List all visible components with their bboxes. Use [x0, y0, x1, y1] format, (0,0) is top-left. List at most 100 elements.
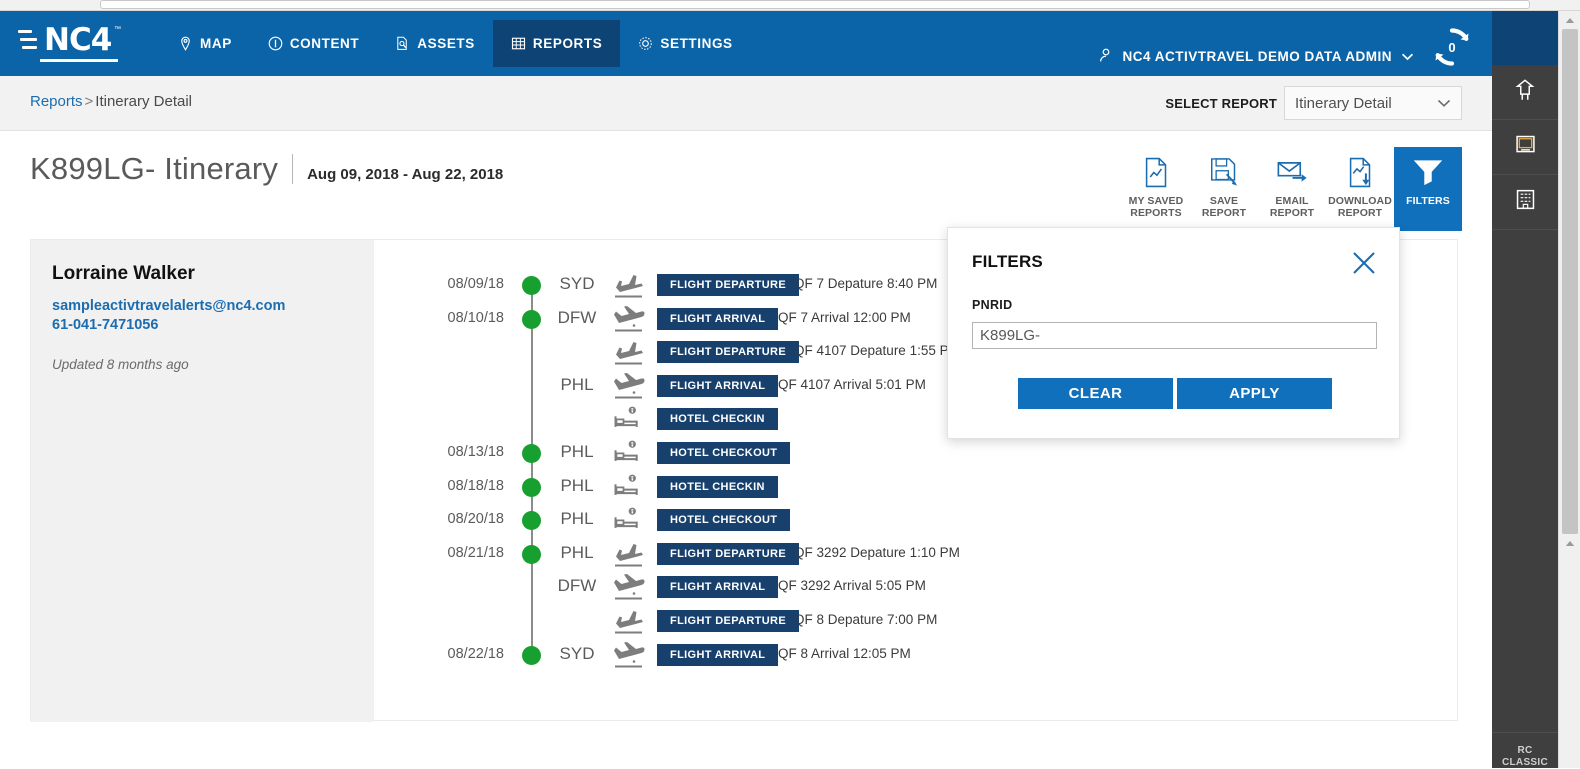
timeline-row-detail: QF 3292 Depature 1:10 PM	[794, 545, 960, 560]
timeline-row-badge[interactable]: HOTEL CHECKIN	[657, 476, 778, 498]
user-account-menu[interactable]: NC4 ACTIVTRAVEL DEMO DATA ADMIN	[1098, 47, 1415, 66]
browser-chrome	[0, 0, 1580, 11]
document-search-icon	[395, 36, 410, 51]
timeline-row-detail: QF 7 Depature 8:40 PM	[794, 276, 937, 291]
timeline-row: 08/18/18PHLHOTEL CHECKIN	[374, 470, 1457, 504]
browser-url-bar[interactable]	[100, 0, 1530, 9]
email-report-icon	[1260, 155, 1324, 189]
timeline-row-badge[interactable]: FLIGHT ARRIVAL	[657, 308, 778, 330]
scroll-down-arrow-icon[interactable]	[1559, 534, 1580, 552]
scroll-up-arrow-icon[interactable]	[1559, 11, 1580, 29]
gear-icon	[638, 36, 653, 51]
timeline-row-badge[interactable]: FLIGHT DEPARTURE	[657, 341, 799, 363]
timeline-row-airport-code: SYD	[546, 644, 608, 664]
hotel-bed-icon	[612, 405, 646, 433]
save-report-button[interactable]: SAVE REPORT	[1190, 147, 1258, 229]
breadcrumb: Reports>Itinerary Detail	[30, 93, 192, 110]
timeline-row-date: 08/09/18	[374, 276, 504, 292]
timeline-row-dot	[522, 444, 541, 463]
nav-item-content[interactable]: CONTENT	[250, 20, 377, 67]
page-title-row: K899LG- Itinerary Aug 09, 2018 - Aug 22,…	[30, 151, 503, 187]
plane-departure-icon	[612, 271, 646, 299]
nav-item-map[interactable]: MAP	[160, 20, 250, 67]
traveler-phone-link[interactable]: 61-041-7471056	[52, 317, 158, 333]
save-report-icon	[1192, 155, 1256, 189]
nav-item-settings[interactable]: SETTINGS	[620, 20, 750, 67]
refresh-count-label: 0	[1430, 25, 1474, 69]
my-saved-reports-button[interactable]: MY SAVED REPORTS	[1122, 147, 1190, 229]
timeline-row-dot	[522, 511, 541, 530]
timeline-row-detail: QF 3292 Arrival 5:05 PM	[778, 578, 926, 593]
scrollbar-thumb[interactable]	[1562, 29, 1578, 534]
timeline-row-airport-code: PHL	[546, 476, 608, 496]
date-range-label: Aug 09, 2018 - Aug 22, 2018	[307, 166, 503, 183]
tool-label-line1: DOWNLOAD	[1328, 195, 1392, 207]
timeline-row-badge[interactable]: FLIGHT DEPARTURE	[657, 543, 799, 565]
timeline-row-badge[interactable]: FLIGHT DEPARTURE	[657, 610, 799, 632]
timeline-row-airport-code: SYD	[546, 274, 608, 294]
plane-arrival-icon	[612, 641, 646, 669]
funnel-filter-icon	[1396, 155, 1460, 189]
location-pin-icon	[178, 36, 193, 51]
grid-table-icon	[511, 36, 526, 51]
timeline-row-dot	[522, 310, 541, 329]
timeline-row-date: 08/21/18	[374, 545, 504, 561]
traveler-email-link[interactable]: sampleactivtravelalerts@nc4.com	[52, 298, 285, 314]
tool-label-line1: MY SAVED	[1124, 195, 1188, 207]
email-report-button[interactable]: EMAIL REPORT	[1258, 147, 1326, 229]
nc4-logo[interactable]: NC4 ™	[18, 22, 122, 66]
timeline-row-badge[interactable]: FLIGHT DEPARTURE	[657, 274, 799, 296]
timeline-row-badge[interactable]: FLIGHT ARRIVAL	[657, 576, 778, 598]
clear-button[interactable]: CLEAR	[1018, 378, 1173, 409]
nav-item-reports[interactable]: REPORTS	[493, 20, 620, 67]
timeline-row-badge[interactable]: FLIGHT ARRIVAL	[657, 375, 778, 397]
nc4-logo-text: NC4	[44, 24, 111, 56]
pnrid-input[interactable]	[972, 322, 1377, 349]
refresh-counter-button[interactable]: 0	[1430, 25, 1474, 69]
tool-label-line2: REPORTS	[1124, 207, 1188, 219]
nav-item-assets[interactable]: ASSETS	[377, 20, 493, 67]
tool-label-line2: REPORT	[1192, 207, 1256, 219]
timeline-row-airport-code: PHL	[546, 509, 608, 529]
close-icon[interactable]	[1351, 250, 1377, 276]
download-report-button[interactable]: DOWNLOAD REPORT	[1326, 147, 1394, 229]
user-name-label: NC4 ACTIVTRAVEL DEMO DATA ADMIN	[1123, 49, 1393, 64]
select-report-label: SELECT REPORT	[1165, 96, 1277, 111]
timeline-row-dot	[522, 276, 541, 295]
apply-button[interactable]: APPLY	[1177, 378, 1332, 409]
timeline-row-detail: QF 4107 Depature 1:55 PM	[794, 343, 960, 358]
hotel-bed-icon	[612, 473, 646, 501]
saved-report-icon	[1124, 155, 1188, 189]
page-scrollbar[interactable]	[1558, 11, 1580, 768]
nav-item-label: SETTINGS	[660, 36, 732, 51]
timeline-row-airport-code: PHL	[546, 543, 608, 563]
breadcrumb-link-reports[interactable]: Reports	[30, 93, 83, 110]
timeline-row-badge[interactable]: HOTEL CHECKOUT	[657, 442, 790, 464]
timeline-row: 08/21/18 PHL FLIGHT DEPARTUREQF 3292 Depat…	[374, 537, 1457, 571]
rail-item-device[interactable]	[1492, 120, 1558, 175]
filters-button[interactable]: FILTERS	[1394, 147, 1462, 231]
nav-item-label: REPORTS	[533, 36, 602, 51]
trademark-symbol: ™	[114, 26, 121, 33]
timeline-row-airport-code: PHL	[546, 375, 608, 395]
tool-label-line1: SAVE	[1192, 195, 1256, 207]
rail-item-traveler[interactable]	[1492, 65, 1558, 120]
timeline-row-badge[interactable]: HOTEL CHECKOUT	[657, 509, 790, 531]
rail-brand-line-2: CLASSIC	[1492, 757, 1558, 769]
timeline-row-badge[interactable]: HOTEL CHECKIN	[657, 408, 778, 430]
timeline-row-airport-code: DFW	[546, 308, 608, 328]
traveler-info-panel: Lorraine Walker sampleactivtravelalerts@…	[31, 240, 374, 722]
timeline-row-badge[interactable]: FLIGHT ARRIVAL	[657, 644, 778, 666]
breadcrumb-bar: Reports>Itinerary Detail SELECT REPORT I…	[0, 76, 1492, 131]
timeline-row-dot	[522, 646, 541, 665]
breadcrumb-separator: >	[85, 93, 94, 110]
select-report-dropdown[interactable]: Itinerary Detail	[1284, 86, 1462, 120]
timeline-row-date: 08/20/18	[374, 511, 504, 527]
timeline-row-detail: QF 4107 Arrival 5:01 PM	[778, 377, 926, 392]
timeline-row: 08/22/18SYDFLIGHT ARRIVALQF 8 Arrival 12…	[374, 638, 1457, 672]
plane-departure-icon	[612, 607, 646, 635]
rail-item-building[interactable]	[1492, 175, 1558, 230]
download-report-icon	[1328, 155, 1392, 189]
report-toolbar: MY SAVED REPORTS SAVE REPORT EMAIL REPOR…	[1122, 147, 1462, 231]
tablet-device-icon	[1514, 133, 1537, 161]
